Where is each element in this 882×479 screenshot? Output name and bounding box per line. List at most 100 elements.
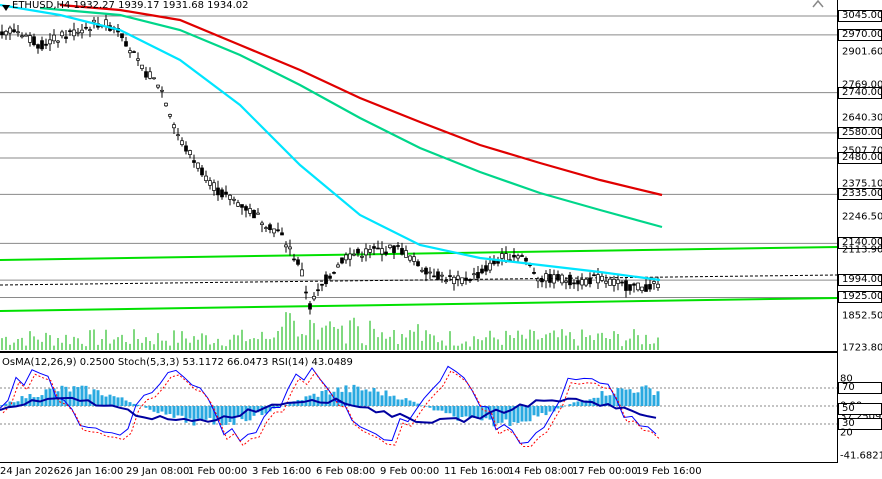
candle-body [276, 229, 280, 232]
chevron-up-icon[interactable] [812, 0, 824, 8]
indicator-pane[interactable] [0, 353, 838, 463]
candle-body [220, 189, 224, 198]
time-axis-border [0, 462, 838, 463]
candle-body [44, 43, 48, 46]
osma-bar [372, 387, 376, 406]
osma-bar [336, 387, 340, 406]
osma-bar [248, 406, 252, 421]
osma-bar [200, 406, 204, 421]
osma-bar [448, 406, 452, 414]
candle-body [184, 145, 188, 152]
osma-bar [496, 406, 500, 424]
candle-body [592, 274, 596, 277]
candle-body [16, 31, 20, 34]
candle-body [452, 276, 456, 284]
osma-bar [120, 397, 124, 406]
osma-bar [204, 406, 208, 420]
candle-body [532, 271, 536, 274]
osma-bar [188, 406, 192, 419]
candle-body [484, 265, 488, 272]
candle-body [432, 275, 436, 278]
osma-bar [376, 391, 380, 406]
osma-bar [528, 406, 532, 422]
price-level-label: 2480.00 [838, 151, 882, 164]
indicator-axis-label: 20 [840, 427, 853, 439]
indicator-axis-label: 50 [838, 402, 882, 415]
candle-body [472, 273, 476, 276]
candle-body [360, 255, 364, 258]
candle-body [388, 244, 392, 248]
osma-bar [560, 406, 564, 408]
osma-bar [364, 389, 368, 406]
candle-body [404, 250, 408, 258]
osma-bar [648, 388, 652, 406]
candle-body [588, 277, 592, 285]
osma-bar [436, 406, 440, 411]
ma-slow-line [59, 3, 663, 197]
candle-body [364, 248, 368, 256]
chart-window[interactable]: ETHUSD,H4 1932.27 1939.17 1931.68 1934.0… [0, 0, 882, 479]
stoch-signal-line [2, 370, 660, 447]
time-axis-label: 19 Feb 16:00 [636, 466, 702, 477]
osma-bar [464, 406, 468, 417]
price-level-label: 1994.00 [838, 274, 882, 287]
osma-bar [396, 399, 400, 406]
candle-body [372, 246, 376, 249]
osma-bar [232, 406, 236, 425]
osma-bar [44, 389, 48, 406]
osma-bar [652, 395, 656, 406]
candle-body [40, 40, 44, 50]
candle-body [200, 167, 204, 176]
candle-body [328, 275, 332, 279]
osma-bar [164, 406, 168, 415]
osma-bar [576, 401, 580, 406]
candle-body [160, 89, 164, 92]
candle-body [552, 274, 556, 284]
time-axis-label: 14 Feb 08:00 [508, 466, 574, 477]
candle-body [324, 274, 328, 285]
osma-bar [556, 406, 560, 409]
candle-body [36, 44, 40, 49]
candle-body [556, 274, 560, 281]
candle-body [488, 262, 492, 271]
osma-bar [144, 406, 148, 408]
osma-bar [244, 406, 248, 422]
candle-body [304, 291, 308, 294]
candle-body [148, 71, 152, 79]
osma-bar [172, 406, 176, 418]
candle-body [248, 208, 252, 214]
candle-body [396, 245, 400, 247]
candle-body [76, 31, 80, 34]
candle-body [420, 269, 424, 272]
time-axis-label: 3 Feb 16:00 [252, 466, 312, 477]
candle-body [136, 58, 140, 61]
price-axis-label: 1723.80 [842, 342, 882, 354]
price-level-label: 2580.00 [838, 126, 882, 139]
osma-bar [320, 391, 324, 406]
candle-body [640, 286, 644, 291]
candle-body [340, 257, 344, 264]
candle-body [60, 31, 64, 37]
candle-body [636, 282, 640, 291]
osma-bar [388, 396, 392, 406]
candle-body [400, 248, 404, 255]
symbol-dropdown-icon[interactable] [2, 3, 10, 11]
candle-body [80, 29, 84, 34]
candle-body [260, 222, 264, 225]
osma-bar [568, 404, 572, 406]
candle-body [416, 261, 420, 267]
candle-body [568, 274, 572, 286]
osma-bar [524, 406, 528, 422]
candle-body [88, 29, 92, 32]
candle-body [168, 114, 172, 117]
price-chart[interactable] [0, 0, 838, 352]
ma-fast-line [0, 3, 661, 282]
osma-bar [132, 403, 136, 406]
osma-bar [152, 406, 156, 412]
candle-body [464, 277, 468, 281]
candle-body [288, 246, 292, 250]
candle-body [152, 77, 156, 80]
candle-body [500, 253, 504, 259]
candle-body [560, 274, 564, 284]
osma-bar [136, 404, 140, 406]
